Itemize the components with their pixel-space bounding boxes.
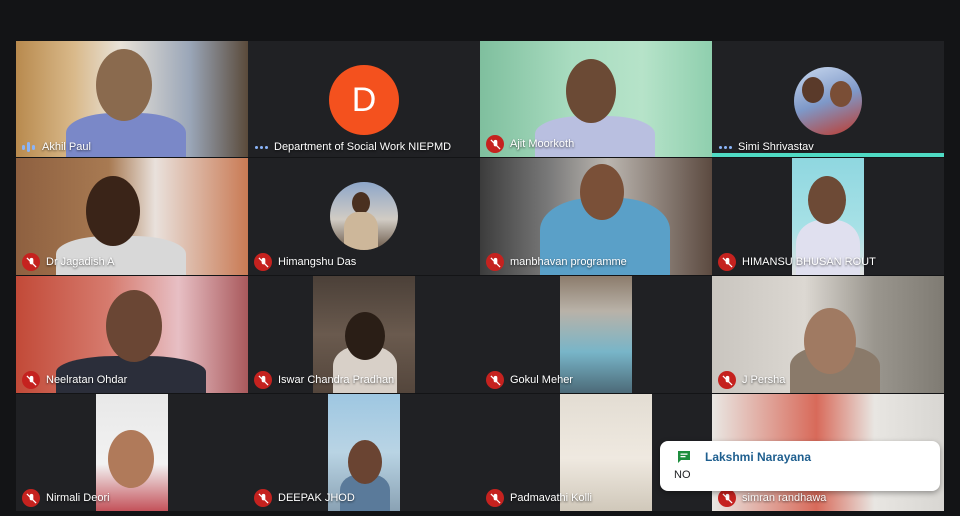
participant-name: Padmavathi Kolli [510,492,592,504]
participant-name: Akhil Paul [42,141,91,153]
participant-name: Nirmali Deori [46,492,110,504]
mic-off-icon [254,489,272,507]
mic-off-icon [22,489,40,507]
participant-namebar: Ajit Moorkoth [486,135,574,153]
participant-namebar: J Persha [718,371,785,389]
mic-off-icon [486,253,504,271]
mic-off-icon [718,371,736,389]
chat-icon [678,451,690,463]
mic-off-icon [486,371,504,389]
participant-tile[interactable]: manbhavan programme [480,158,712,275]
more-dots-icon [254,145,268,149]
avatar [330,182,398,250]
participant-name: J Persha [742,374,786,386]
participant-namebar: Nirmali Deori [22,489,110,507]
chat-notification[interactable]: Lakshmi Narayana NO [660,441,940,491]
participant-name: simran randhawa [742,492,827,504]
participant-tile[interactable]: Nirmali Deori [16,394,248,511]
participant-tile[interactable]: Neelratan Ohdar [16,276,248,393]
participant-namebar: Gokul Meher [486,371,573,389]
participant-tile[interactable]: HIMANSU BHUSAN ROUT [712,158,944,275]
participant-tile[interactable]: Dr Jagadish A [16,158,248,275]
participant-tile[interactable]: Gokul Meher [480,276,712,393]
participant-name: Himangshu Das [278,256,357,268]
participant-namebar: Simi Shrivastav [718,141,814,153]
participant-name: manbhavan programme [510,256,627,268]
participant-name: Neelratan Ohdar [46,374,128,386]
participant-name: Ajit Moorkoth [510,138,575,150]
mic-off-icon [254,371,272,389]
participant-tile[interactable]: DEEPAK JHOD [248,394,480,511]
mic-off-icon [486,135,504,153]
participant-namebar: Akhil Paul [22,141,91,153]
active-speaker-bar [712,153,944,157]
participant-namebar: Iswar Chandra Pradhan [254,371,394,389]
video-feed [16,41,248,157]
participant-namebar: Padmavathi Kolli [486,489,592,507]
participant-tile[interactable]: Himangshu Das [248,158,480,275]
mic-off-icon [22,253,40,271]
mic-off-icon [254,253,272,271]
participant-tile[interactable]: Akhil Paul [16,41,248,157]
mic-off-icon [486,489,504,507]
avatar: D [329,65,399,135]
participant-namebar: Neelratan Ohdar [22,371,127,389]
participant-tile[interactable]: Iswar Chandra Pradhan [248,276,480,393]
participant-namebar: simran randhawa [718,489,826,507]
participant-tile[interactable]: Simi Shrivastav [712,41,944,157]
participant-name: Simi Shrivastav [738,141,814,153]
participant-name: Iswar Chandra Pradhan [278,374,395,386]
mic-off-icon [718,489,736,507]
participant-tile[interactable]: J Persha [712,276,944,393]
participant-name: DEEPAK JHOD [278,492,355,504]
participant-namebar: DEEPAK JHOD [254,489,355,507]
chat-sender: Lakshmi Narayana [705,450,812,464]
participant-tile[interactable]: Ajit Moorkoth [480,41,712,157]
mic-off-icon [22,371,40,389]
participant-namebar: Dr Jagadish A [22,253,114,271]
participant-namebar: Himangshu Das [254,253,356,271]
avatar [794,67,862,135]
participant-name: HIMANSU BHUSAN ROUT [742,256,876,268]
speaking-indicator-icon [22,141,36,153]
participant-name: Department of Social Work NIEPMD [274,141,452,153]
participant-name: Dr Jagadish A [46,256,115,268]
participant-namebar: HIMANSU BHUSAN ROUT [718,253,876,271]
participant-tile[interactable]: D Department of Social Work NIEPMD [248,41,480,157]
more-dots-icon [718,145,732,149]
participant-namebar: Department of Social Work NIEPMD [254,141,451,153]
participant-namebar: manbhavan programme [486,253,627,271]
mic-off-icon [718,253,736,271]
participant-name: Gokul Meher [510,374,573,386]
chat-message: NO [674,469,691,481]
